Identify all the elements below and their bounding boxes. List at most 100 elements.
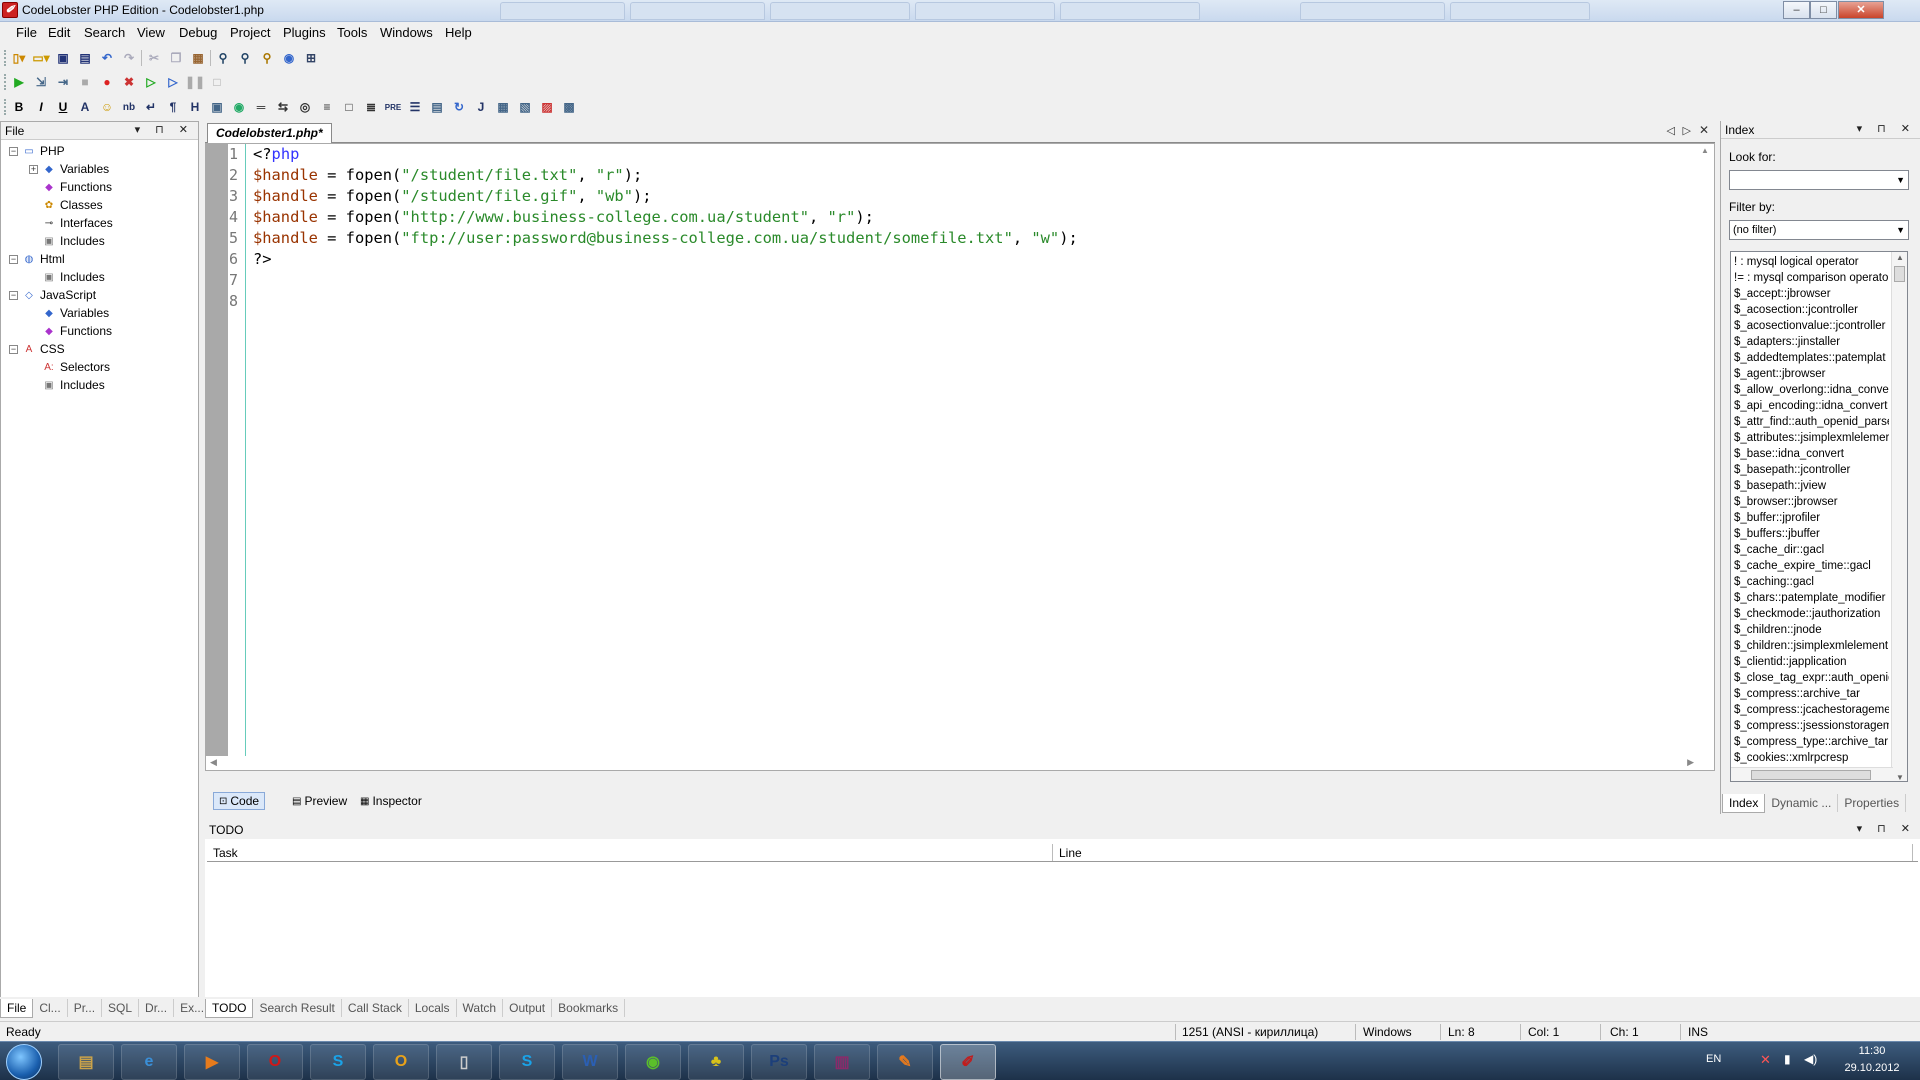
index-item[interactable]: $_chars::patemplate_modifier <box>1734 590 1886 606</box>
settings-icon[interactable]: ⊞ <box>301 48 321 68</box>
taskbar-app[interactable]: ▯ <box>436 1044 492 1080</box>
tree-expander-icon[interactable]: − <box>9 344 18 354</box>
index-item[interactable]: $_agent::jbrowser <box>1734 366 1825 382</box>
code-line[interactable]: <?php <box>253 145 299 163</box>
minimize-button[interactable]: ‒ <box>1783 1 1810 19</box>
tab-call-stack[interactable]: Call Stack <box>342 999 409 1017</box>
index-item[interactable]: $_buffer::jprofiler <box>1734 510 1820 526</box>
index-item[interactable]: $_children::jsimplexmlelement <box>1734 638 1888 654</box>
tree-item[interactable]: ▣ Includes <box>29 268 104 286</box>
taskbar-app[interactable]: O <box>247 1044 303 1080</box>
div-button[interactable]: □ <box>339 97 359 117</box>
horizontal-rule-button[interactable]: ═ <box>251 97 271 117</box>
tab-file[interactable]: File <box>0 998 34 1018</box>
index-item[interactable]: $_compress_type::archive_tar <box>1734 734 1888 750</box>
index-item[interactable]: $_cookies::xmlrpcresp <box>1734 750 1848 766</box>
language-indicator[interactable]: EN <box>1706 1053 1721 1065</box>
code-line[interactable]: $handle = fopen("http://www.business-col… <box>253 208 874 226</box>
new-file-icon[interactable]: ▯▾ <box>9 48 29 68</box>
index-item[interactable]: $_adapters::jinstaller <box>1734 334 1840 350</box>
index-item[interactable]: $_attributes::jsimplexmlelemer <box>1734 430 1889 446</box>
list-button[interactable]: ☰ <box>405 97 425 117</box>
paste-icon[interactable]: ▦ <box>188 48 208 68</box>
clock-time[interactable]: 11:30 <box>1842 1045 1902 1057</box>
taskbar-app[interactable]: W <box>562 1044 618 1080</box>
taskbar-app[interactable]: S <box>310 1044 366 1080</box>
paragraph-button[interactable]: ¶ <box>163 97 183 117</box>
tab-search-result[interactable]: Search Result <box>253 999 342 1017</box>
panel-controls[interactable]: ▾ ⊓ ✕ <box>1857 122 1916 135</box>
taskbar-app[interactable]: S <box>499 1044 555 1080</box>
undo-icon[interactable]: ↶ <box>97 48 117 68</box>
javascript-button[interactable]: J <box>471 97 491 117</box>
marquee-button[interactable]: ⇆ <box>273 97 293 117</box>
column-task[interactable]: Task <box>207 844 1053 861</box>
toolbar-grip[interactable] <box>4 99 7 115</box>
index-item[interactable]: $_children::jnode <box>1734 622 1822 638</box>
menu-plugins[interactable]: Plugins <box>281 25 328 40</box>
taskbar-app[interactable]: ♣ <box>688 1044 744 1080</box>
column-line[interactable]: Line <box>1053 844 1913 861</box>
form-button[interactable]: ▦ <box>493 97 513 117</box>
menu-tools[interactable]: Tools <box>335 25 369 40</box>
tab-scroll-right-icon[interactable]: ▷ <box>1683 124 1691 137</box>
scroll-up-icon[interactable]: ▲ <box>1896 253 1904 262</box>
save-all-icon[interactable]: ▤ <box>75 48 95 68</box>
continue-icon[interactable]: ▷ <box>141 72 161 92</box>
filter-by-select[interactable]: (no filter) ▼ <box>1729 220 1909 240</box>
close-tab-icon[interactable]: ✕ <box>1699 123 1709 137</box>
menu-help[interactable]: Help <box>443 25 474 40</box>
code-line[interactable]: ?> <box>253 250 272 268</box>
taskbar-app[interactable]: Ps <box>751 1044 807 1080</box>
bold-button[interactable]: B <box>9 97 29 117</box>
tab-project[interactable]: Pr... <box>68 999 103 1017</box>
taskbar-app[interactable]: ▥ <box>814 1044 870 1080</box>
index-item[interactable]: $_compress::jsessionstoragem <box>1734 718 1889 734</box>
align-button[interactable]: ≡ <box>317 97 337 117</box>
horizontal-scrollbar[interactable]: ◀ ▶ <box>206 756 1714 770</box>
nbsp-button[interactable]: nb <box>119 97 139 117</box>
tree-item[interactable]: ◆ Functions <box>29 178 112 196</box>
index-item[interactable]: $_cache_dir::gacl <box>1734 542 1824 558</box>
panel-controls[interactable]: ▾ ⊓ ✕ <box>1857 822 1916 835</box>
font-color-button[interactable]: A <box>75 97 95 117</box>
index-item[interactable]: $_acosection::jcontroller <box>1734 302 1858 318</box>
emoticon-button[interactable]: ☺ <box>97 97 117 117</box>
index-item[interactable]: != : mysql comparison operato <box>1734 270 1888 286</box>
menu-search[interactable]: Search <box>82 25 127 40</box>
refresh-button[interactable]: ↻ <box>449 97 469 117</box>
menu-debug[interactable]: Debug <box>177 25 219 40</box>
index-item[interactable]: $_basepath::jcontroller <box>1734 462 1850 478</box>
save-icon[interactable]: ▣ <box>53 48 73 68</box>
heading-button[interactable]: H <box>185 97 205 117</box>
code-area[interactable]: <?php $handle = fopen("/student/file.txt"… <box>206 144 1696 754</box>
italic-button[interactable]: I <box>31 97 51 117</box>
tab-bookmarks[interactable]: Bookmarks <box>552 999 626 1017</box>
scroll-up-icon[interactable]: ▲ <box>1701 146 1709 155</box>
copy-icon[interactable]: ❐ <box>166 48 186 68</box>
tab-preview[interactable]: ▤ Preview <box>287 792 352 810</box>
menu-project[interactable]: Project <box>228 25 272 40</box>
index-item[interactable]: $_compress::jcachestorageme <box>1734 702 1889 718</box>
tree-item[interactable]: − ◇ JavaScript <box>9 286 96 304</box>
index-item[interactable]: $_checkmode::jauthorization <box>1734 606 1880 622</box>
taskbar-app[interactable]: ▶ <box>184 1044 240 1080</box>
frame-button[interactable]: ▩ <box>559 97 579 117</box>
index-item[interactable]: $_basepath::jview <box>1734 478 1826 494</box>
tab-drupal[interactable]: Dr... <box>139 999 175 1017</box>
image-button[interactable]: ▣ <box>207 97 227 117</box>
scroll-right-icon[interactable]: ▶ <box>1687 757 1694 768</box>
tab-watch[interactable]: Watch <box>457 999 504 1017</box>
run-icon[interactable]: ▶ <box>9 72 29 92</box>
battery-icon[interactable]: ▮ <box>1784 1052 1791 1066</box>
tab-properties[interactable]: Properties <box>1838 794 1907 812</box>
stop-icon[interactable]: ■ <box>75 72 95 92</box>
redo-icon[interactable]: ↷ <box>119 48 139 68</box>
index-item[interactable]: $_api_encoding::idna_convert <box>1734 398 1887 414</box>
tree-item[interactable]: − ◍ Html <box>9 250 65 268</box>
index-hscroll[interactable] <box>1731 767 1893 781</box>
tree-item[interactable]: − A CSS <box>9 340 65 358</box>
tab-locals[interactable]: Locals <box>409 999 457 1017</box>
taskbar-app[interactable]: ✎ <box>877 1044 933 1080</box>
index-item[interactable]: $_addedtemplates::patemplat <box>1734 350 1886 366</box>
